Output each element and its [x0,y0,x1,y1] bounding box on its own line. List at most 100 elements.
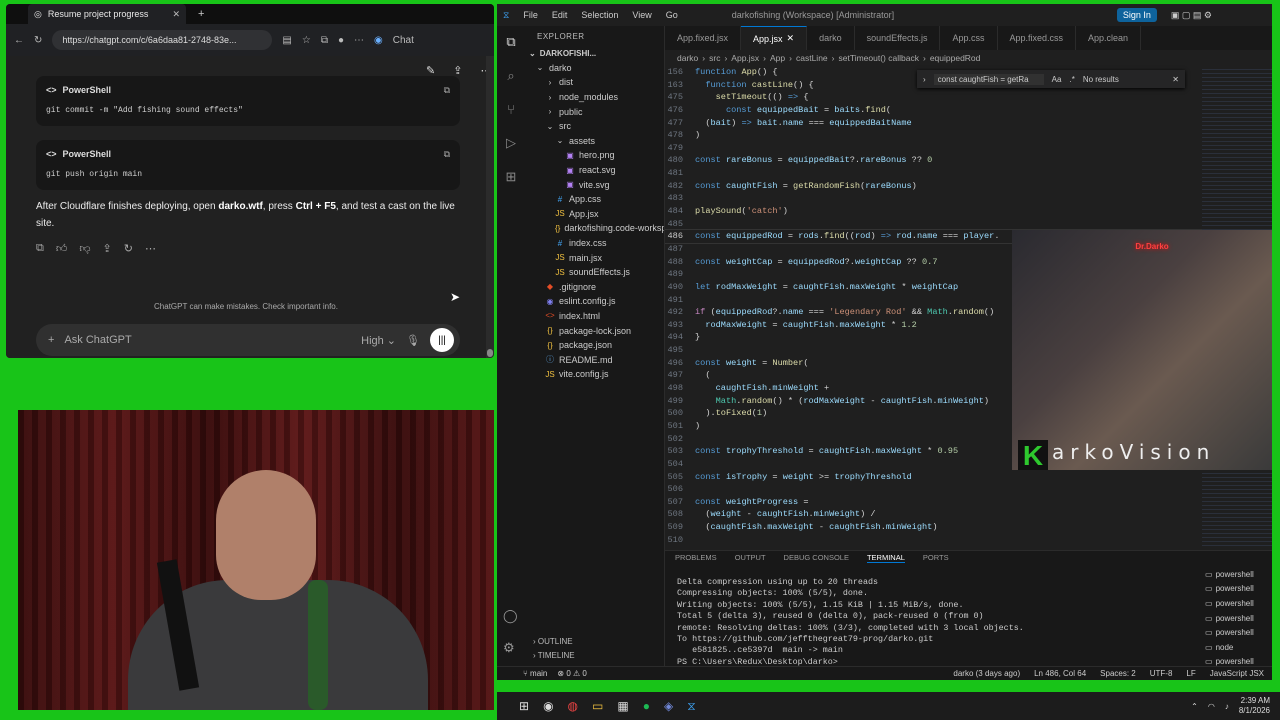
code-line[interactable]: 505 const isTrophy = weight >= trophyThre… [665,471,1265,484]
copilot-icon[interactable]: ◉ [543,699,553,713]
scrollbar[interactable] [486,56,494,358]
scrollbar-thumb[interactable] [487,349,493,357]
breadcrumb-item[interactable]: App.jsx [731,53,759,63]
panel-tab[interactable]: DEBUG CONSOLE [784,553,849,563]
tree-item[interactable]: ◆ .gitignore [525,280,664,295]
close-icon[interactable]: ✕ [172,9,180,20]
model-selector[interactable]: High ⌄ [361,334,396,347]
tree-item[interactable]: ⌄ src [525,119,664,134]
code-line[interactable]: 506 [665,483,1265,496]
chat-input[interactable]: + Ask ChatGPT High ⌄ 🎙︎ ||| [36,324,460,356]
vscode-taskbar-icon[interactable]: ⧖ [687,699,695,714]
editor-tab[interactable]: App.fixed.jsx [665,26,742,50]
breadcrumb-item[interactable]: castLine [796,53,828,63]
tree-item[interactable]: {} darkofishing.code-worksp... [525,221,664,236]
close-icon[interactable]: ✕ [787,33,795,44]
code-line[interactable]: 476 const equippedBait = baits.find( [665,104,1265,117]
code-line[interactable]: 478) [665,129,1265,142]
mic-icon[interactable]: 🎙︎ [406,334,420,347]
tree-item[interactable]: JS main.jsx [525,250,664,265]
thumbs-down-icon[interactable]: 👎︎ [79,242,90,255]
code-line[interactable]: 482 const caughtFish = getRandomFish(rare… [665,180,1265,193]
regex-icon[interactable]: .* [1069,75,1074,84]
panel-tab[interactable]: TERMINAL [866,553,905,563]
breadcrumb-item[interactable]: App [770,53,785,63]
start-icon[interactable]: ⊞ [519,699,529,713]
cursor-position[interactable]: Ln 486, Col 64 [1034,669,1086,678]
back-icon[interactable]: ← [14,35,24,46]
tree-item[interactable]: ⌄ assets [525,134,664,149]
breadcrumb-item[interactable]: src [709,53,720,63]
menu-file[interactable]: File [523,10,538,20]
volume-icon[interactable]: ♪ [1225,702,1229,711]
editor-tab[interactable]: App.clean [1076,26,1142,50]
tree-item[interactable]: <> index.html [525,309,664,324]
tree-item[interactable]: # App.css [525,192,664,207]
terminal-instance[interactable]: ▭ powershell [1205,582,1272,597]
code-line[interactable]: 477 (bait) => bait.name === equippedBait… [665,117,1265,130]
panel-tab[interactable]: PORTS [923,553,949,563]
tree-item[interactable]: {} package-lock.json [525,323,664,338]
extensions-icon[interactable]: ⊞ [506,169,517,185]
breadcrumb-item[interactable]: darko [677,53,698,63]
extensions-icon[interactable]: ⧉ [321,35,328,46]
account-icon[interactable]: ◯ [503,608,518,624]
panel-tab[interactable]: OUTPUT [735,553,766,563]
timeline-header[interactable]: › TIMELINE [525,651,665,665]
menu-view[interactable]: View [632,10,651,20]
tree-item[interactable]: ⓘ README.md [525,352,664,367]
code-line[interactable]: 510 [665,534,1265,546]
discord-icon[interactable]: ◈ [664,699,673,713]
code-line[interactable]: 475 setTimeout(() => { [665,91,1265,104]
reload-icon[interactable]: ↻ [34,35,42,46]
menu-go[interactable]: Go [666,10,678,20]
code-line[interactable]: 508 (weight - caughtFish.minWeight) / [665,508,1265,521]
problems-status[interactable]: ⊗ 0 ⚠ 0 [557,669,586,678]
menu-edit[interactable]: Edit [552,10,568,20]
branch-status[interactable]: ⑂ main [523,669,547,678]
code-line[interactable]: 479 [665,142,1265,155]
code-line[interactable]: 485 [665,218,1265,231]
terminal-instance[interactable]: ▭ powershell [1205,567,1272,582]
tree-item[interactable]: ▣ react.svg [525,163,664,178]
eol[interactable]: LF [1186,669,1195,678]
plus-icon[interactable]: + [48,334,54,346]
sign-in-button[interactable]: Sign In [1116,8,1157,22]
profile-avatar[interactable]: ● [338,35,344,46]
tree-item[interactable]: JS vite.config.js [525,367,664,382]
editor-tab[interactable]: App.css [940,26,998,50]
app-icon[interactable]: ▦ [617,699,628,713]
editor-tab[interactable]: darko [807,26,855,50]
copy-icon[interactable]: ⧉ [36,242,44,255]
tray-chevron-icon[interactable]: ⌃ [1191,702,1198,711]
panel-tab[interactable]: PROBLEMS [675,553,717,563]
more-icon[interactable]: ⋯ [354,35,364,46]
chrome-icon[interactable]: ◍ [568,699,578,713]
terminal-output[interactable]: Delta compression using up to 20 threads… [677,577,1197,668]
thumbs-up-icon[interactable]: 👍︎ [56,242,68,255]
share-icon[interactable]: ⇪ [103,242,112,255]
editor-tab[interactable]: App.fixed.css [998,26,1077,50]
tree-item[interactable]: ◉ eslint.config.js [525,294,664,309]
code-line[interactable]: 480 const rareBonus = equippedBait?.rareB… [665,154,1265,167]
search-icon[interactable]: ⌕ [507,68,514,84]
terminal-instance[interactable]: ▭ node [1205,640,1272,655]
chat-button[interactable]: Chat [393,35,414,46]
tree-item[interactable]: ▣ vite.svg [525,177,664,192]
copy-icon[interactable]: ⧉ [444,149,450,160]
menu-selection[interactable]: Selection [581,10,618,20]
wifi-icon[interactable]: ◠ [1208,702,1215,711]
outline-header[interactable]: › OUTLINE [525,637,665,651]
regenerate-icon[interactable]: ↻ [124,242,133,255]
editor-tab[interactable]: App.jsx ✕ [741,26,808,50]
tree-item[interactable]: JS soundEffects.js [525,265,664,280]
copilot-icon[interactable]: ◉ [374,35,383,46]
url-field[interactable]: https://chatgpt.com/c/6a6daa81-2748-83e.… [52,30,273,50]
workspace-root[interactable]: ⌄ DARKOFISHI... [525,46,664,61]
encoding[interactable]: UTF-8 [1150,669,1173,678]
voice-mode-icon[interactable]: ||| [430,328,454,352]
settings-gear-icon[interactable]: ⚙ [503,640,515,656]
reader-icon[interactable]: ▤ [282,35,291,46]
clock[interactable]: 2:39 AM 8/1/2026 [1239,696,1270,716]
run-debug-icon[interactable]: ▷ [506,135,516,151]
